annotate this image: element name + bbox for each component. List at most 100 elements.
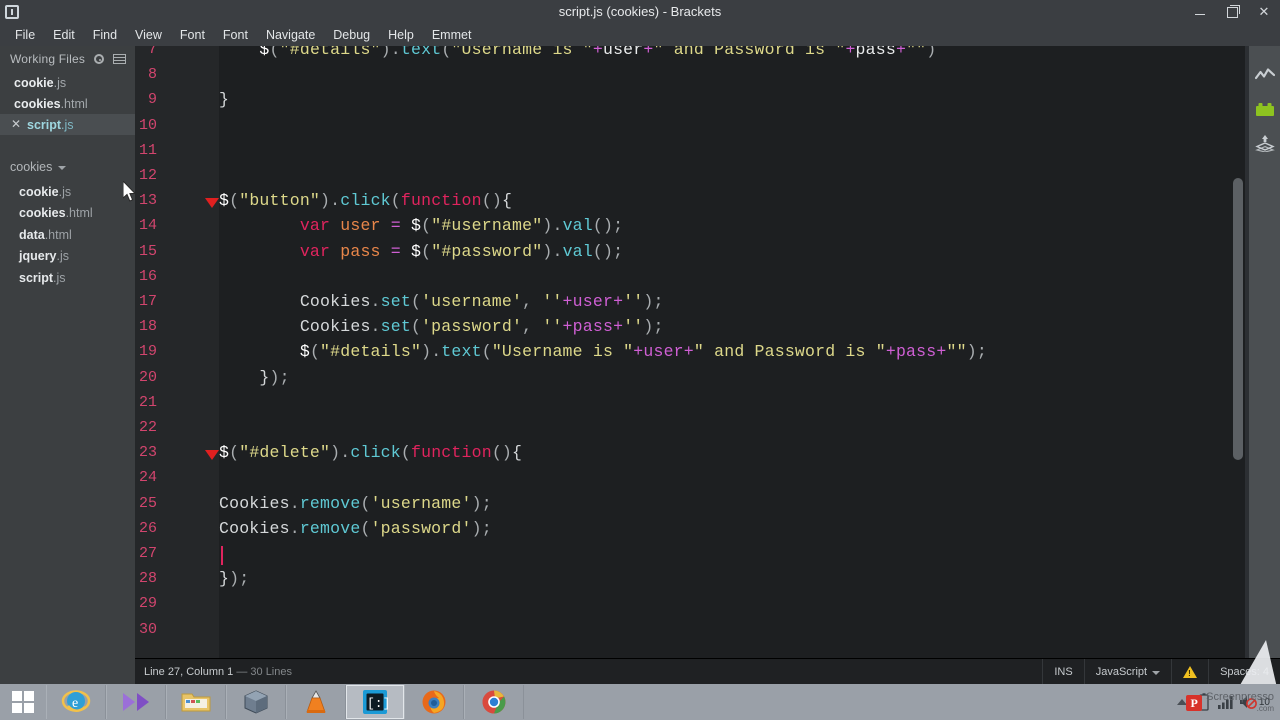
file-explorer-icon[interactable] (166, 685, 226, 719)
code-line[interactable]: Cookies.set('password', ''+pass+''); (219, 317, 664, 336)
cursor-position-status[interactable]: Line 27, Column 1 — 30 Lines (135, 666, 1042, 678)
code-line[interactable]: Cookies.remove('password'); (219, 519, 492, 538)
code-token: Cookies (219, 493, 290, 513)
code-line[interactable]: Cookies.set('username', ''+user+''); (219, 292, 664, 311)
extension-manager-icon[interactable] (1253, 94, 1277, 124)
menu-view[interactable]: View (126, 26, 171, 44)
split-view-icon[interactable] (111, 51, 127, 67)
live-preview-icon[interactable] (1253, 60, 1277, 90)
sidebar: Working Files cookie .js cookies .html ✕ scri… (0, 46, 135, 674)
close-icon[interactable]: ✕ (11, 118, 21, 130)
menu-file[interactable]: File (6, 26, 44, 44)
code-token: ; (976, 342, 987, 362)
taskbar-clock[interactable]: 10 (1259, 697, 1274, 708)
minimize-button[interactable] (1184, 0, 1216, 24)
indent-setting[interactable]: Spaces: 4 (1208, 659, 1280, 684)
install-extension-icon[interactable] (1253, 128, 1277, 158)
menu-help[interactable]: Help (379, 26, 423, 44)
gear-icon[interactable] (91, 51, 107, 67)
working-file-cookie-js[interactable]: cookie .js (0, 72, 135, 93)
tree-file-cookies-html[interactable]: cookies .html (0, 203, 135, 225)
code-line[interactable]: Cookies.remove('username'); (219, 494, 492, 513)
code-fold-marker[interactable] (205, 198, 219, 209)
language-selector[interactable]: JavaScript (1083, 659, 1171, 684)
tree-file-script-js[interactable]: script .js (0, 267, 135, 289)
code-token: ) (229, 569, 240, 589)
line-number: 25 (138, 494, 157, 512)
code-token: ) (269, 367, 280, 387)
line-number: 26 (138, 519, 157, 537)
firefox-icon[interactable] (404, 685, 464, 719)
tree-file-cookie-js[interactable]: cookie .js (0, 181, 135, 203)
working-file-script-js[interactable]: ✕ script .js (0, 114, 135, 135)
scrollbar-thumb[interactable] (1233, 178, 1243, 460)
code-token: ( (309, 342, 321, 362)
network-icon[interactable] (1215, 684, 1237, 720)
line-number: 18 (138, 318, 157, 336)
editor-vertical-scrollbar[interactable] (1231, 46, 1245, 658)
tree-file-jquery-js[interactable]: jquery .js (0, 246, 135, 268)
code-token: "" (906, 46, 927, 59)
code-token: , (522, 317, 533, 337)
code-token: + (613, 317, 624, 337)
menu-font-2[interactable]: Font (214, 26, 257, 44)
line-number: 13 (138, 192, 157, 210)
battery-icon[interactable] (1193, 684, 1215, 720)
svg-text:e: e (72, 696, 78, 711)
code-token: ) (542, 216, 553, 236)
menu-font-1[interactable]: Font (171, 26, 214, 44)
file-extension: .html (60, 96, 88, 111)
code-token: () (592, 241, 614, 261)
menu-find[interactable]: Find (84, 26, 126, 44)
menu-emmet[interactable]: Emmet (423, 26, 481, 44)
code-token: ( (410, 317, 422, 337)
working-file-cookies-html[interactable]: cookies .html (0, 93, 135, 114)
virtualbox-icon[interactable] (226, 685, 286, 719)
windows-start-icon[interactable] (0, 684, 46, 720)
chrome-icon[interactable] (464, 685, 524, 719)
code-token: ; (653, 292, 664, 311)
code-token: "Username is " (451, 46, 593, 59)
code-line[interactable]: $("#details").text("Username is "+user+"… (219, 46, 936, 59)
code-token: set (380, 292, 411, 311)
code-line[interactable]: $("#delete").click(function(){ (219, 443, 522, 462)
code-token: '' (623, 292, 644, 311)
problems-indicator[interactable] (1171, 659, 1208, 684)
code-line[interactable]: } (219, 90, 229, 109)
line-number: 10 (138, 116, 157, 134)
show-hidden-icons-icon[interactable] (1171, 684, 1193, 720)
code-line[interactable]: }); (219, 368, 290, 387)
code-content[interactable]: $("#details").text("Username is "+user+"… (219, 46, 1245, 658)
movie-maker-icon[interactable] (106, 685, 166, 719)
file-name: cookie (19, 184, 59, 199)
menu-edit[interactable]: Edit (44, 26, 84, 44)
code-line[interactable]: }); (219, 569, 249, 588)
code-token: $ (219, 191, 230, 211)
brackets-icon[interactable]: [:] (346, 685, 404, 719)
vlc-icon[interactable] (286, 685, 346, 719)
code-line[interactable]: $("#details").text("Username is "+user+"… (219, 342, 987, 361)
cursor-position-text: Line 27, Column 1 (144, 665, 234, 678)
code-token: . (552, 241, 563, 261)
menu-navigate[interactable]: Navigate (257, 26, 324, 44)
menu-debug[interactable]: Debug (324, 26, 379, 44)
sidebar-bottom-filler (0, 658, 135, 684)
project-header[interactable]: cookies (0, 153, 135, 181)
code-fold-marker[interactable] (205, 450, 219, 461)
code-line[interactable]: var pass = $("#password").val(); (219, 242, 623, 261)
maximize-button[interactable] (1216, 0, 1248, 24)
code-editor[interactable]: 7 8 9 10 11 12 13 14 15 16 17 18 19 20 21 22 23 24 25 26 27 2… (135, 46, 1245, 658)
file-name: jquery (19, 249, 57, 264)
file-extension: .js (58, 184, 72, 199)
insert-mode-indicator[interactable]: INS (1042, 659, 1083, 684)
code-line[interactable]: $("button").click(function(){ (219, 191, 512, 210)
internet-explorer-icon[interactable]: e (46, 685, 106, 719)
code-token: ( (360, 493, 371, 513)
close-button[interactable]: ✕ (1248, 0, 1280, 24)
volume-muted-icon[interactable] (1237, 684, 1259, 720)
tree-file-data-html[interactable]: data .html (0, 224, 135, 246)
code-line[interactable]: var user = $("#username").val(); (219, 216, 623, 235)
